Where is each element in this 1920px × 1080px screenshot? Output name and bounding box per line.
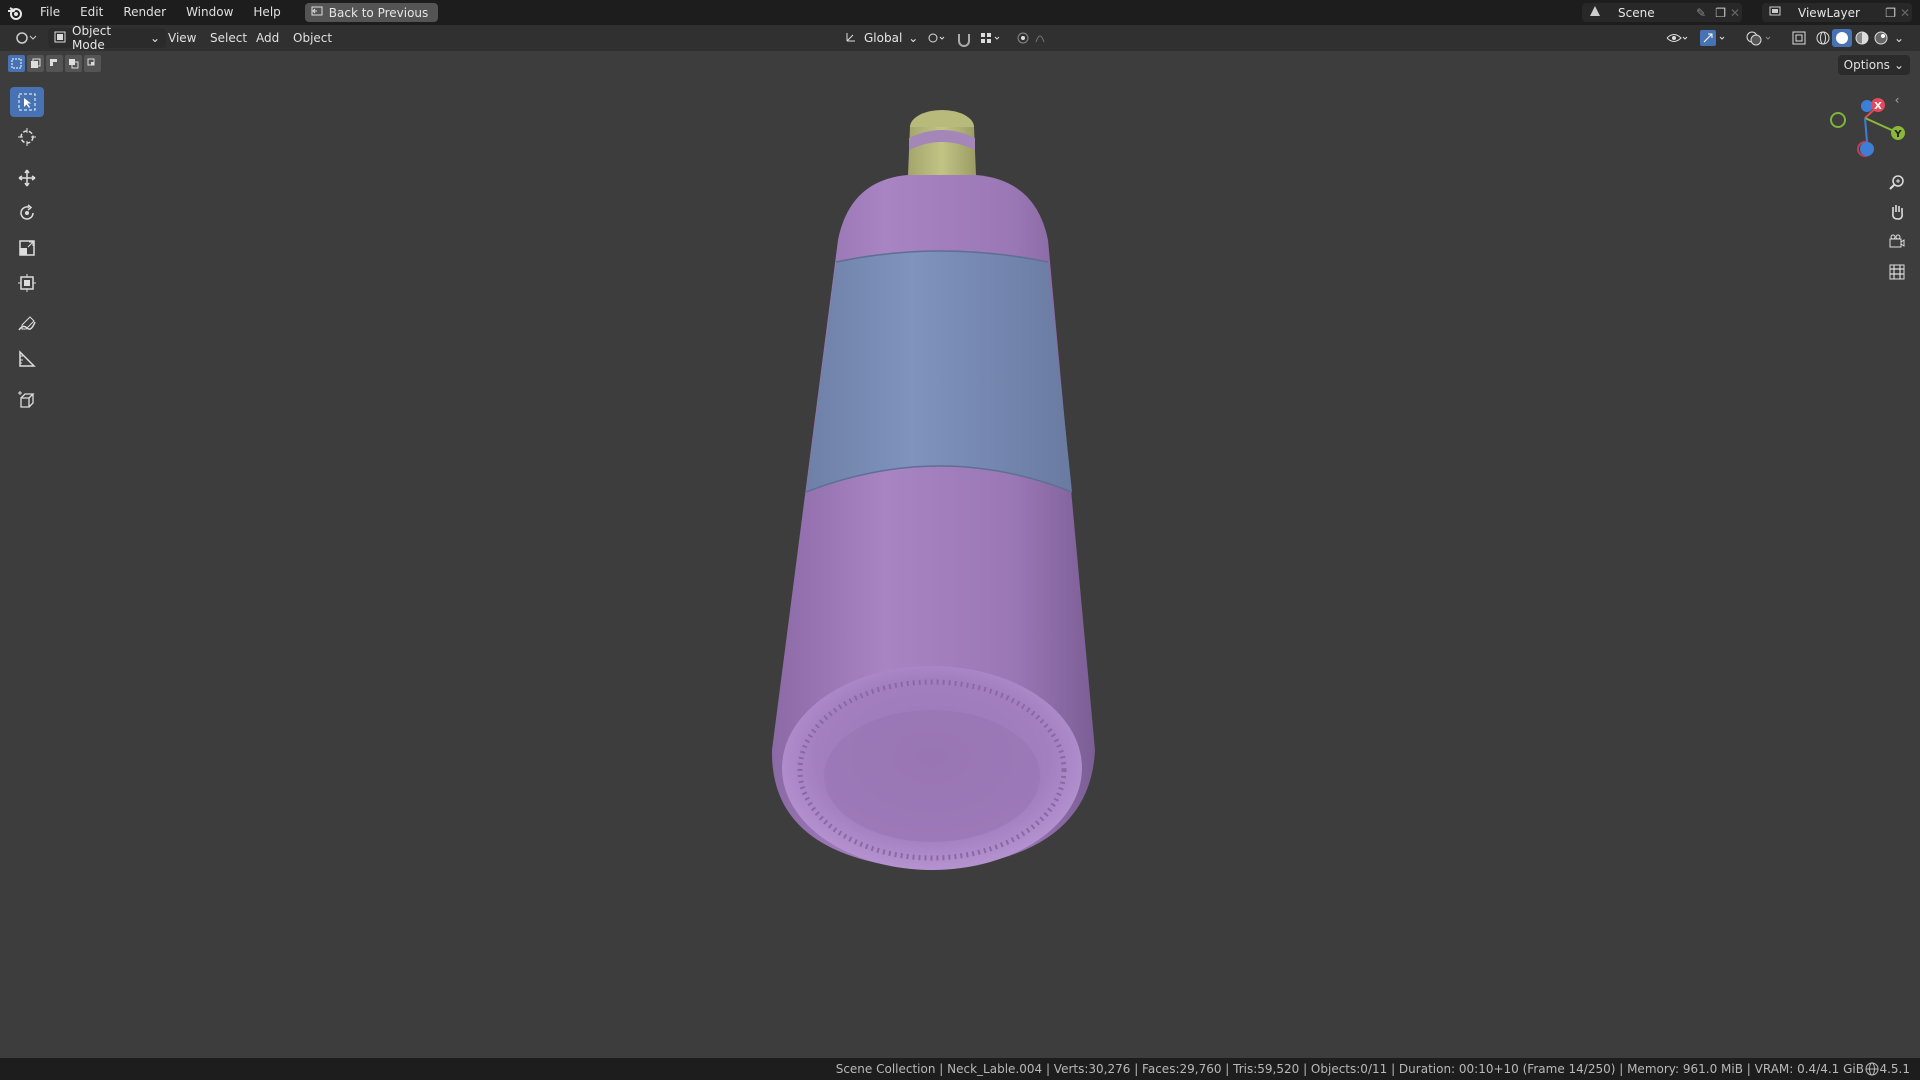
options-dropdown[interactable]: Options ⌄ [1837, 55, 1910, 75]
wireframe-shading-icon[interactable] [1814, 25, 1832, 51]
rotate-tool-icon[interactable] [10, 198, 44, 228]
object-mode-icon [54, 31, 66, 46]
viewlayer-name: ViewLayer [1798, 5, 1860, 20]
selection-mode-group [8, 55, 101, 72]
transform-tool-icon[interactable] [10, 268, 44, 298]
z-axis-icon[interactable] [1860, 142, 1874, 156]
select-new-icon[interactable] [8, 55, 25, 72]
proportional-editing-icon[interactable] [1016, 25, 1056, 51]
sidebar-toggle-chevron-icon[interactable]: ‹ [1885, 88, 1909, 112]
menu-window[interactable]: Window [176, 0, 243, 25]
new-scene-icon[interactable]: ❐ [1715, 6, 1726, 20]
scene-statistics: Scene Collection | Neck_Lable.004 | Vert… [835, 1062, 1864, 1076]
snap-target-icon[interactable] [978, 25, 1004, 51]
cursor-tool-icon[interactable] [10, 122, 44, 152]
viewlayer-selector[interactable]: ViewLayer ❐ ✕ [1762, 3, 1912, 22]
new-viewlayer-icon[interactable]: ❐ [1885, 6, 1896, 20]
chevron-down-icon: ⌄ [908, 31, 919, 45]
y-axis-label: Y [1893, 129, 1902, 140]
back-to-previous-label: Back to Previous [328, 5, 429, 20]
orientation-label: Global [864, 31, 903, 45]
remove-scene-icon[interactable]: ✕ [1730, 6, 1740, 20]
menu-render[interactable]: Render [113, 0, 176, 25]
scene-icon [1588, 4, 1602, 21]
select-subtract-icon[interactable] [46, 55, 63, 72]
select-box-tool-icon[interactable] [10, 87, 44, 117]
add-cube-tool-icon[interactable] [10, 385, 44, 415]
annotate-tool-icon[interactable] [10, 309, 44, 339]
top-bar: File Edit Render Window Help Back to Pre… [0, 0, 1920, 25]
blender-version: 4.5.1 [1879, 1062, 1910, 1076]
orientation-dropdown[interactable]: Global ⌄ [838, 28, 924, 48]
shading-options-chevron-icon[interactable]: ⌄ [1894, 25, 1904, 51]
options-label: Options [1843, 58, 1890, 72]
chevron-down-icon: ⌄ [1893, 58, 1904, 72]
camera-view-icon[interactable] [1885, 230, 1909, 254]
pin-icon[interactable]: ✎ [1696, 6, 1706, 20]
menu-object[interactable]: Object [293, 25, 332, 51]
xray-toggle-icon[interactable] [1790, 25, 1810, 51]
bottle-object[interactable] [740, 100, 1120, 880]
select-intersect-icon[interactable] [84, 55, 101, 72]
menu-help[interactable]: Help [243, 0, 290, 25]
rendered-shading-icon[interactable] [1872, 25, 1890, 51]
menu-select[interactable]: Select [210, 25, 247, 51]
overlays-icon[interactable] [1744, 25, 1776, 51]
scene-selector[interactable]: Scene ✎ ❐ ✕ [1582, 3, 1742, 22]
pivot-point-icon[interactable] [922, 25, 948, 51]
menu-add[interactable]: Add [256, 25, 279, 51]
measure-tool-icon[interactable] [10, 344, 44, 374]
snap-icon[interactable] [955, 25, 973, 51]
gizmo-toggle-icon[interactable] [1698, 25, 1730, 51]
blender-logo-icon[interactable] [0, 0, 30, 25]
select-extend-icon[interactable] [27, 55, 44, 72]
solid-shading-icon[interactable] [1832, 25, 1852, 51]
back-to-previous-button[interactable]: Back to Previous [304, 3, 439, 22]
remove-viewlayer-icon[interactable]: ✕ [1900, 6, 1910, 20]
visibility-icon[interactable] [1664, 25, 1690, 51]
network-globe-icon[interactable] [1864, 1061, 1880, 1080]
menu-edit[interactable]: Edit [70, 0, 113, 25]
scale-tool-icon[interactable] [10, 233, 44, 263]
mode-dropdown[interactable]: Object Mode ⌄ [48, 24, 166, 52]
mode-label: Object Mode [72, 24, 112, 52]
editor-type-icon[interactable] [12, 25, 38, 51]
scene-name: Scene [1618, 5, 1655, 20]
zoom-icon[interactable] [1885, 170, 1909, 194]
status-bar: Scene Collection | Neck_Lable.004 | Vert… [0, 1058, 1920, 1080]
menu-file[interactable]: File [30, 0, 70, 25]
select-difference-icon[interactable] [65, 55, 82, 72]
chevron-down-icon: ⌄ [149, 31, 160, 45]
back-icon [311, 5, 323, 20]
viewlayer-icon [1768, 4, 1782, 21]
x-axis-label: X [1874, 101, 1882, 112]
material-preview-icon[interactable] [1853, 25, 1871, 51]
orientation-icon [844, 30, 858, 47]
ortho-grid-icon[interactable] [1885, 260, 1909, 284]
pan-hand-icon[interactable] [1885, 200, 1909, 224]
neg-y-axis-icon[interactable] [1830, 112, 1846, 128]
move-tool-icon[interactable] [10, 163, 44, 193]
tool-shelf [8, 87, 46, 420]
viewport-header: Object Mode ⌄ View Select Add Object Glo… [0, 24, 1920, 52]
menu-view[interactable]: View [168, 25, 196, 51]
